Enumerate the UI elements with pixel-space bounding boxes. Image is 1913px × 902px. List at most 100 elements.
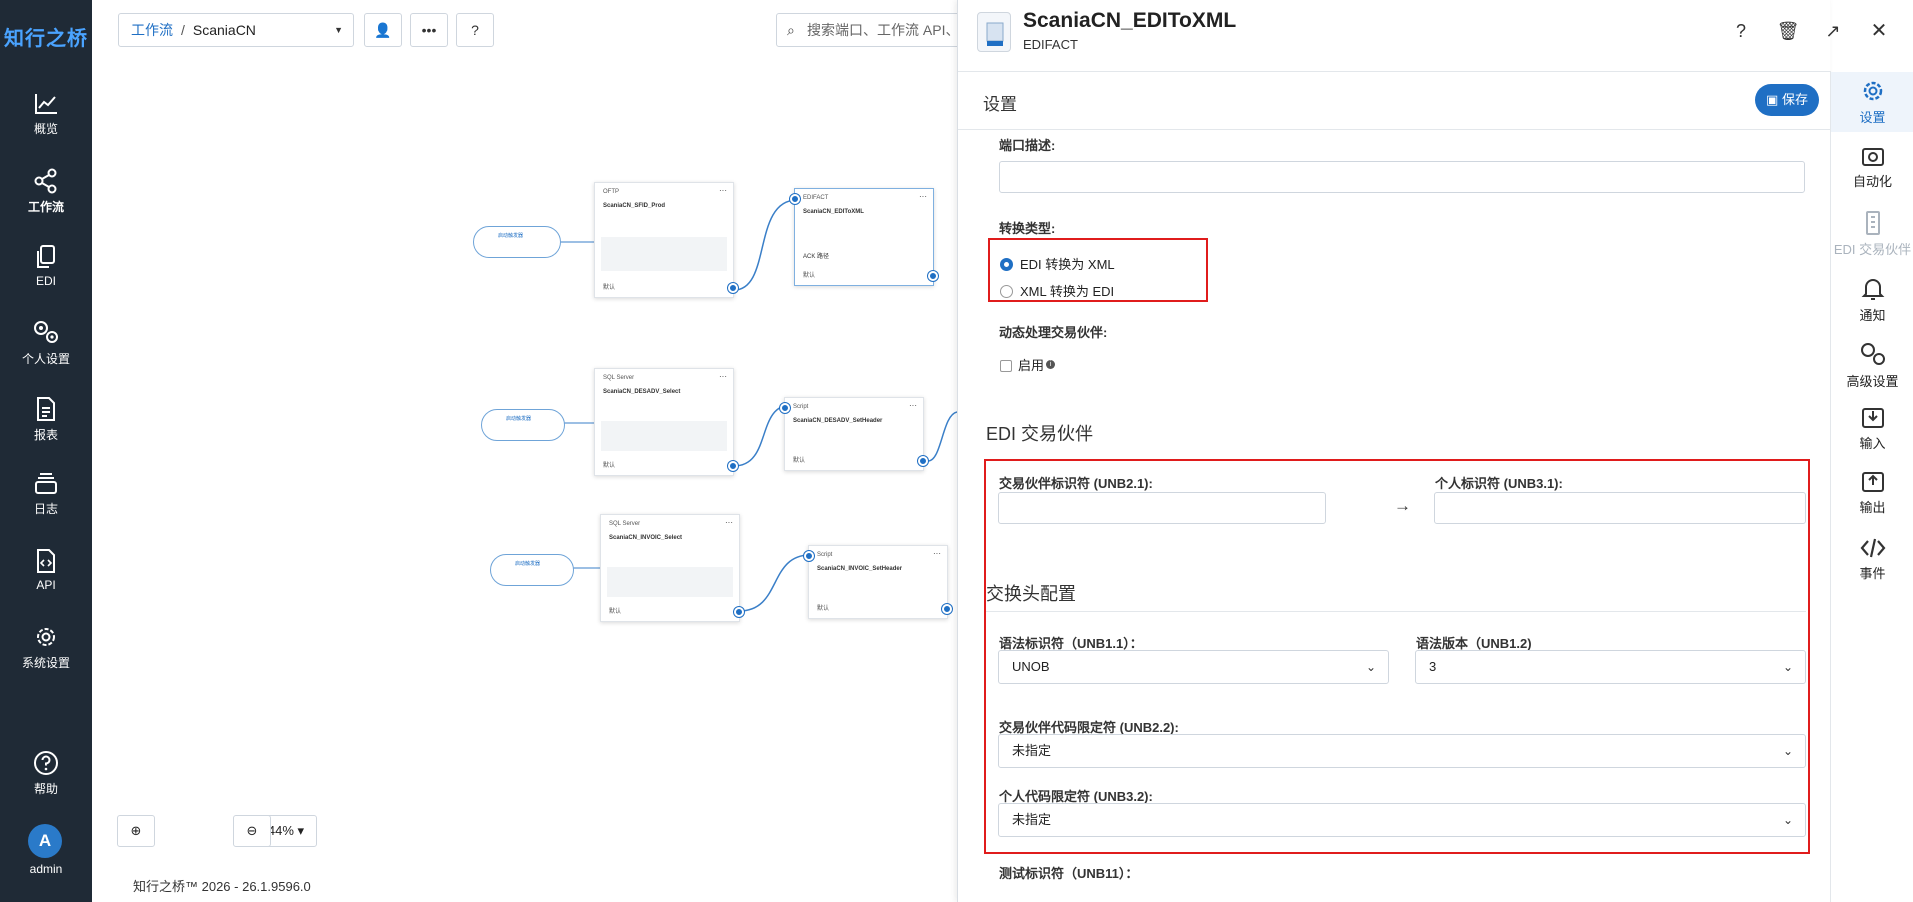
zoom-out-button[interactable]: ⊖ xyxy=(233,815,271,847)
rail-item-advanced-settings[interactable]: 高级设置 xyxy=(1831,340,1913,390)
node-menu-icon[interactable]: ··· xyxy=(933,549,941,558)
node-input-port[interactable] xyxy=(790,194,800,204)
node-menu-icon[interactable]: ··· xyxy=(719,186,727,195)
stack-icon xyxy=(35,473,57,494)
brand-logo: 知行之桥 xyxy=(4,28,88,50)
enable-label: 启用 xyxy=(1018,358,1045,373)
gears-icon xyxy=(34,321,58,343)
rail-item-notifications[interactable]: 通知 xyxy=(1831,276,1913,324)
settings-bar: 设置 ▣ 保存 xyxy=(958,72,1831,130)
save-label: 保存 xyxy=(1781,92,1808,107)
node-name: ScaniaCN_EDIToXML xyxy=(803,209,864,215)
sidebar-item-label: 系统设置 xyxy=(21,656,70,670)
node-body xyxy=(601,421,727,451)
report-icon xyxy=(37,397,55,421)
save-button[interactable]: ▣ 保存 xyxy=(1755,84,1819,116)
node-output-port[interactable] xyxy=(728,283,738,293)
zoom-in-icon: ⊕ xyxy=(130,823,142,838)
sidebar-item-system-settings[interactable]: 系统设置 xyxy=(0,624,92,671)
node-output-port[interactable] xyxy=(734,607,744,617)
edifact-port-icon xyxy=(977,12,1011,52)
trigger-label: 启动触发器 xyxy=(506,416,532,422)
node-footer: 默认 xyxy=(603,463,616,469)
rail-item-settings[interactable]: 设置 xyxy=(1831,72,1913,132)
help-circle-icon[interactable]: ? xyxy=(1727,17,1755,45)
node-footer: 默认 xyxy=(793,458,806,464)
rail-item-input[interactable]: 输入 xyxy=(1831,406,1913,452)
gears-icon xyxy=(1860,343,1885,365)
port-description-input[interactable] xyxy=(999,161,1805,193)
trash-icon[interactable]: 🗑 xyxy=(1774,17,1802,45)
workflow-canvas[interactable]: 工作流 / ScaniaCN ▼ 👤 ••• ? ⌕ 搜索端口、工作流 API、… … xyxy=(92,0,976,902)
workflow-node-selected[interactable]: EDIFACT ··· ScaniaCN_EDIToXML ACK 路径 默认 xyxy=(790,188,938,286)
avatar[interactable]: A xyxy=(28,824,62,858)
close-icon[interactable]: ✕ xyxy=(1865,17,1893,45)
code-icon xyxy=(1860,538,1885,558)
node-input-port[interactable] xyxy=(780,403,790,413)
footer-version: 知行之桥™ 2026 - 26.1.9596.0 xyxy=(133,879,311,894)
workflow-node[interactable]: Script ··· ScaniaCN_INVOIC_SetHeader 默认 xyxy=(804,545,952,619)
rail-item-events[interactable]: 事件 xyxy=(1831,536,1913,582)
workflow-node[interactable]: SQL Server ··· ScaniaCN_INVOIC_Select 默认 xyxy=(600,514,744,622)
node-menu-icon[interactable]: ··· xyxy=(919,192,927,201)
partner-section-title: EDI 交易伙伴 xyxy=(986,424,1094,444)
left-sidebar: 知行之桥 概览 工作流 EDI 个人设置 报表 日志 API 系统设置 帮助 A… xyxy=(0,0,92,902)
start-trigger[interactable]: 启动触发器 xyxy=(473,226,561,258)
sidebar-item-label: 工作流 xyxy=(27,200,64,214)
port-settings-panel: ScaniaCN_EDIToXML EDIFACT ? 🗑 设置 ▣ 保存 端口… xyxy=(957,0,1838,902)
node-menu-icon[interactable]: ··· xyxy=(909,401,917,410)
workflow-node[interactable]: Script ··· ScaniaCN_DESADV_SetHeader 默认 xyxy=(780,397,928,471)
settings-title: 设置 xyxy=(983,95,1017,114)
enable-checkbox[interactable]: 启用 i xyxy=(1000,355,1056,374)
highlight-box xyxy=(988,238,1208,302)
gear-icon xyxy=(1863,81,1882,101)
sidebar-item-reports[interactable]: 报表 xyxy=(0,396,92,443)
sidebar-item-workflow[interactable]: 工作流 xyxy=(0,168,92,215)
node-type: OFTP xyxy=(603,189,619,195)
building-icon xyxy=(1865,211,1880,235)
node-input-port[interactable] xyxy=(804,551,814,561)
sidebar-item-label: 帮助 xyxy=(33,782,58,796)
bell-icon xyxy=(1861,279,1884,300)
sidebar-item-label: API xyxy=(36,578,56,592)
node-output-port[interactable] xyxy=(942,604,952,614)
node-menu-icon[interactable]: ··· xyxy=(725,518,733,527)
node-footer: 默认 xyxy=(803,273,816,279)
rail-item-edi-partner[interactable]: EDI 交易伙伴 xyxy=(1831,210,1913,258)
sidebar-item-label: 概览 xyxy=(33,122,58,136)
node-name: ScaniaCN_DESADV_SetHeader xyxy=(793,418,883,424)
node-type: SQL Server xyxy=(603,375,635,381)
sidebar-item-overview[interactable]: 概览 xyxy=(0,92,92,137)
node-output-port[interactable] xyxy=(728,461,738,471)
start-trigger[interactable]: 启动触发器 xyxy=(481,409,565,441)
share-nodes-icon xyxy=(34,168,57,194)
node-type: Script xyxy=(793,404,809,410)
node-name: ScaniaCN_DESADV_Select xyxy=(603,389,681,395)
node-output-port[interactable] xyxy=(918,456,928,466)
rail-item-output[interactable]: 输出 xyxy=(1831,470,1913,516)
zoom-in-button[interactable]: ⊕ xyxy=(117,815,155,847)
sidebar-item-logs[interactable]: 日志 xyxy=(0,472,92,517)
sidebar-item-profile[interactable]: 个人设置 xyxy=(0,318,92,367)
rail-label: 输入 xyxy=(1859,436,1886,451)
external-link-icon[interactable]: ↗ xyxy=(1819,17,1847,45)
node-name: ScaniaCN_INVOIC_SetHeader xyxy=(817,566,903,572)
rail-label: 高级设置 xyxy=(1846,374,1899,389)
start-trigger[interactable]: 启动触发器 xyxy=(490,554,574,586)
documents-icon xyxy=(37,245,55,268)
panel-title: ScaniaCN_EDIToXML xyxy=(1023,9,1237,32)
gear-icon xyxy=(37,628,55,646)
zoom-level-value: 44% xyxy=(267,823,294,838)
rail-label: 输出 xyxy=(1859,500,1886,515)
rail-item-automation[interactable]: 自动化 xyxy=(1831,144,1913,190)
node-menu-icon[interactable]: ··· xyxy=(719,372,727,381)
panel-subtitle: EDIFACT xyxy=(1023,37,1078,52)
sidebar-item-help[interactable]: 帮助 xyxy=(0,750,92,797)
workflow-node[interactable]: OFTP ··· ScaniaCN_SFID_Prod 默认 xyxy=(594,182,738,298)
sidebar-item-edi[interactable]: EDI xyxy=(0,244,92,288)
node-name: ScaniaCN_INVOIC_Select xyxy=(609,535,683,541)
sidebar-item-api[interactable]: API xyxy=(0,548,92,592)
node-name: ScaniaCN_SFID_Prod xyxy=(603,203,666,209)
workflow-node[interactable]: SQL Server ··· ScaniaCN_DESADV_Select 默认 xyxy=(594,368,738,476)
node-output-port[interactable] xyxy=(928,271,938,281)
